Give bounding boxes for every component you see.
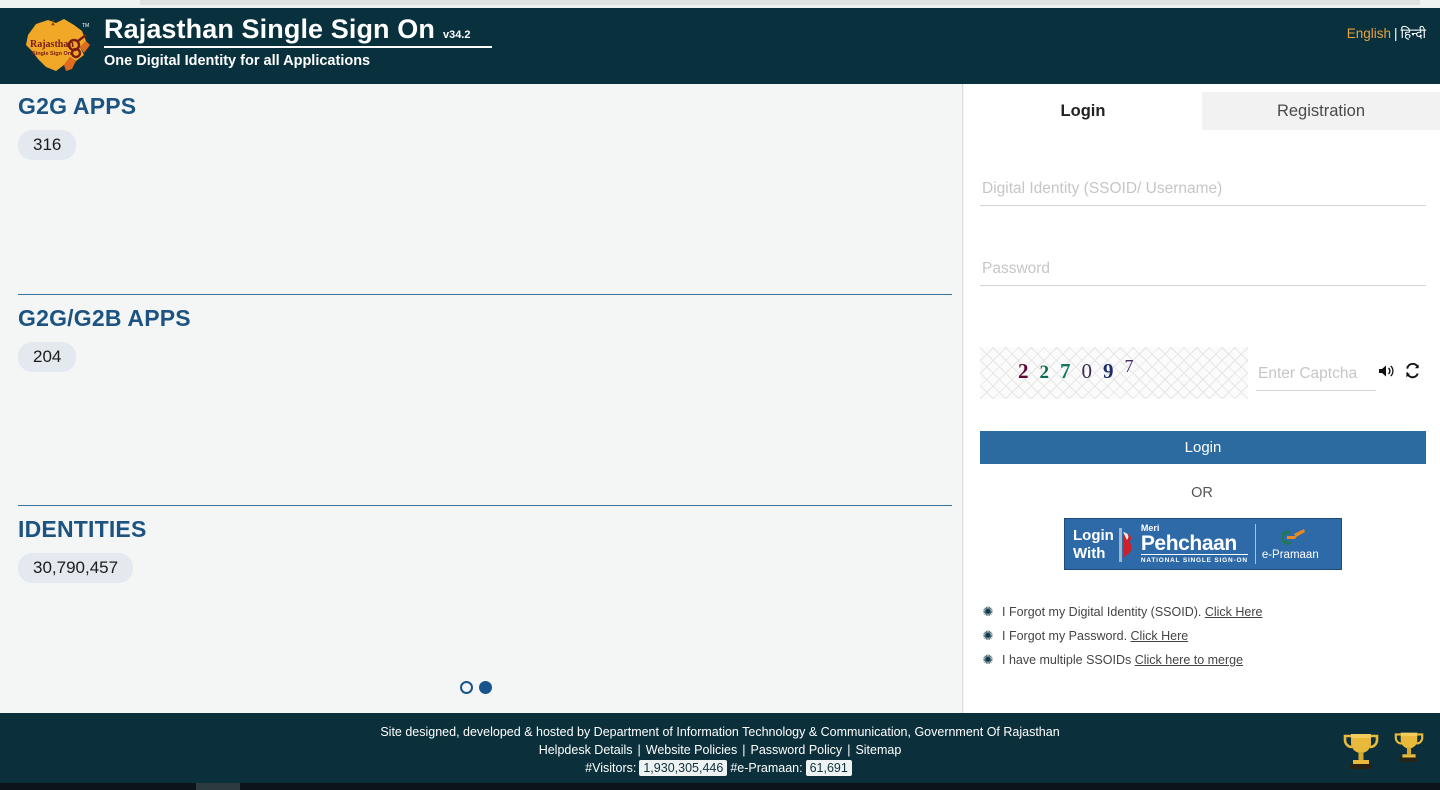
digital-identity-input[interactable] xyxy=(980,180,1426,206)
captcha-input[interactable] xyxy=(1256,365,1376,391)
stat-title: G2G APPS xyxy=(18,93,137,119)
taskbar-item[interactable] xyxy=(196,783,240,790)
main-body: G2G APPS 316 G2G/G2B APPS 204 IDENTITIES… xyxy=(0,84,1440,713)
stat-value: 204 xyxy=(18,342,77,372)
field-spacer xyxy=(980,206,1426,260)
site-title: Rajasthan Single Sign On xyxy=(104,14,435,44)
footer-sep: | xyxy=(847,743,851,757)
stat-block-g2g-g2b-apps: G2G/G2B APPS 204 xyxy=(18,304,191,372)
login-button[interactable]: Login xyxy=(980,431,1426,464)
epramaan-count: 61,691 xyxy=(805,760,852,776)
captcha-digits: 2 2 7 0 9 7 xyxy=(1018,356,1134,384)
site-header: Rajasthan Single Sign On TM Rajasthan Si… xyxy=(0,8,1440,84)
trophy-icon xyxy=(1343,734,1379,769)
carousel-dot-2[interactable] xyxy=(479,681,492,694)
meri-pehchaan-wordmark: Meri Pehchaan NATIONAL SINGLE SIGN-ON xyxy=(1140,522,1248,564)
forgot-ssoid-link[interactable]: Click Here xyxy=(1205,605,1263,619)
stat-block-identities: IDENTITIES 30,790,457 xyxy=(18,515,147,583)
stat-block-g2g-apps: G2G APPS 316 xyxy=(18,92,136,160)
login-with-meri-pehchaan-button[interactable]: Login With Meri Pehchaan NATIONAL SINGLE… xyxy=(1064,518,1342,570)
browser-chrome-sliver xyxy=(0,0,1440,8)
help-row-forgot-ssoid: ✺ I Forgot my Digital Identity (SSOID). … xyxy=(980,600,1426,624)
merge-ssoid-link[interactable]: Click here to merge xyxy=(1135,653,1243,667)
captcha-digit: 7 xyxy=(1124,356,1134,376)
epramaan-icon xyxy=(1281,528,1306,545)
help-text: I have multiple SSOIDs xyxy=(1002,653,1132,667)
or-label: OR xyxy=(1191,485,1213,501)
login-with-text: Login With xyxy=(1073,526,1114,562)
forgot-password-link[interactable]: Click Here xyxy=(1131,629,1189,643)
captcha-digit: 9 xyxy=(1103,359,1114,383)
captcha-digit: 7 xyxy=(1060,359,1071,383)
os-taskbar-sliver xyxy=(0,783,1440,790)
captcha-input-wrap xyxy=(1256,347,1428,391)
stat-title: G2G/G2B APPS xyxy=(18,305,191,331)
footer-link-website-policies[interactable]: Website Policies xyxy=(646,743,737,757)
carousel-indicator xyxy=(460,681,492,694)
captcha-digit: 2 xyxy=(1018,359,1029,383)
asterisk-icon: ✺ xyxy=(982,652,994,667)
footer-link-password-policy[interactable]: Password Policy xyxy=(750,743,842,757)
help-text: I Forgot my Password. xyxy=(1002,629,1128,643)
help-row-merge-ssoid: ✺ I have multiple SSOIDs Click here to m… xyxy=(980,648,1426,672)
footer-links: Helpdesk Details | Website Policies | Passwo… xyxy=(0,741,1440,759)
captcha-digit: 2 xyxy=(1039,362,1050,383)
site-footer: Site designed, developed & hosted by Dep… xyxy=(0,713,1440,783)
language-switcher: English | हिन्दी xyxy=(1347,24,1426,42)
asterisk-icon: ✺ xyxy=(982,604,994,619)
svg-text:Single Sign On: Single Sign On xyxy=(32,51,72,57)
footer-content: Site designed, developed & hosted by Dep… xyxy=(0,723,1440,777)
stats-divider-2 xyxy=(18,505,952,506)
award-trophies xyxy=(1338,727,1428,773)
stat-title: IDENTITIES xyxy=(18,516,147,542)
help-row-forgot-password: ✺ I Forgot my Password. Click Here xyxy=(980,624,1426,648)
speaker-icon[interactable] xyxy=(1378,363,1396,384)
brand-title-row: Rajasthan Single Sign On v34.2 xyxy=(104,14,492,48)
footer-link-sitemap[interactable]: Sitemap xyxy=(855,743,901,757)
language-hindi[interactable]: हिन्दी xyxy=(1400,26,1426,41)
pehchaan-divider xyxy=(1254,524,1256,564)
login-panel: Login Registration 2 2 7 0 9 7 xyxy=(964,84,1440,713)
carousel-dot-1[interactable] xyxy=(460,681,473,694)
browser-tabstrip xyxy=(140,0,1420,5)
footer-sep: | xyxy=(637,743,641,757)
footer-counters: #Visitors: 1,930,305,446 #e-Pramaan: 61,691 xyxy=(0,759,1440,777)
password-input[interactable] xyxy=(980,260,1426,286)
footer-credit: Site designed, developed & hosted by Dep… xyxy=(380,725,1060,739)
epramaan-block: e-Pramaan xyxy=(1262,527,1319,562)
page-root: Rajasthan Single Sign On TM Rajasthan Si… xyxy=(0,0,1440,790)
brand-block: Rajasthan Single Sign On v34.2 One Digit… xyxy=(104,14,524,69)
login-tabs: Login Registration xyxy=(964,92,1440,130)
site-tagline: One Digital Identity for all Application… xyxy=(104,53,371,69)
epramaan-label: #e-Pramaan: xyxy=(730,761,803,775)
footer-sep: | xyxy=(742,743,746,757)
svg-text:TM: TM xyxy=(82,23,89,29)
stats-divider-1 xyxy=(18,294,952,295)
language-separator: | xyxy=(1393,26,1398,41)
help-text: I Forgot my Digital Identity (SSOID). xyxy=(1002,605,1202,619)
stats-panel: G2G APPS 316 G2G/G2B APPS 204 IDENTITIES… xyxy=(0,84,963,713)
india-flag-icon xyxy=(1118,526,1135,562)
svg-text:Rajasthan: Rajasthan xyxy=(30,39,74,50)
footer-link-helpdesk[interactable]: Helpdesk Details xyxy=(539,743,633,757)
refresh-icon[interactable] xyxy=(1404,362,1421,384)
login-form xyxy=(980,180,1426,286)
version-label: v34.2 xyxy=(442,29,471,41)
captcha-row: 2 2 7 0 9 7 xyxy=(980,347,1430,399)
tab-registration[interactable]: Registration xyxy=(1202,92,1440,130)
trophy-icon xyxy=(1394,732,1424,762)
tab-login[interactable]: Login xyxy=(964,92,1202,130)
captcha-image: 2 2 7 0 9 7 xyxy=(980,347,1248,399)
captcha-digit: 0 xyxy=(1081,359,1093,383)
visitors-label: #Visitors: xyxy=(585,761,637,775)
stat-value: 316 xyxy=(18,130,77,160)
stat-value: 30,790,457 xyxy=(18,553,134,583)
help-links: ✺ I Forgot my Digital Identity (SSOID). … xyxy=(980,600,1426,672)
rajasthan-map-logo-icon[interactable]: Rajasthan Single Sign On TM xyxy=(12,13,96,81)
asterisk-icon: ✺ xyxy=(982,628,994,643)
visitors-count: 1,930,305,446 xyxy=(639,760,728,776)
language-english[interactable]: English xyxy=(1347,26,1391,41)
